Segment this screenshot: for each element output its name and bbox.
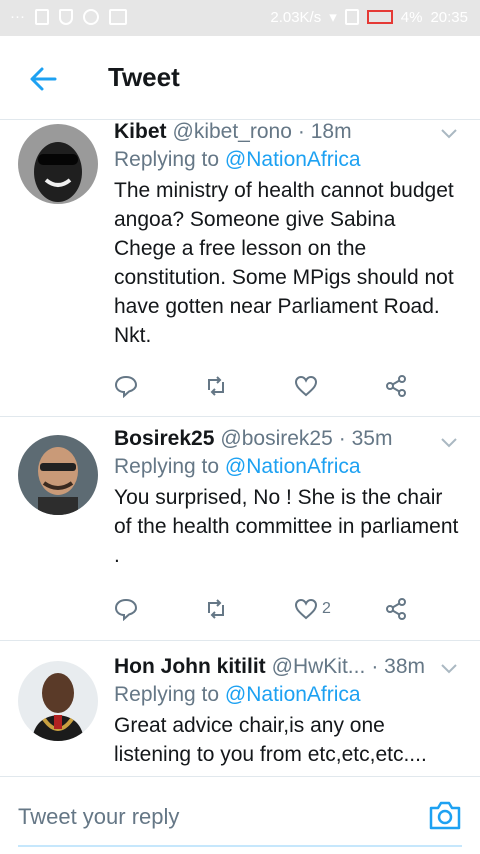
shield-icon [59,8,73,25]
battery-level: 4% [400,8,423,26]
replying-to: Replying to @NationAfrica [114,455,361,478]
status-bar: ··· 2.03K/s ▾ 4% 20:35 [0,0,480,36]
heart-icon [294,375,318,397]
tweet-text: Great advice chair,is any one listening … [114,714,427,766]
like-count: 2 [322,600,331,617]
tweet-actions: 2 [114,589,474,629]
tweet-actions [114,366,474,406]
tweet-handle[interactable]: @bosirek25 [220,427,332,451]
camera-icon [429,801,461,830]
tweet[interactable]: Kibet @kibet_rono · 18m Replying to @Nat… [0,120,480,417]
wifi-icon: ▾ [329,9,337,26]
page-title: Tweet [108,62,180,92]
tweet[interactable]: Hon John kitilit @HwKit... · 38m Replyin… [0,641,480,776]
tweet-handle[interactable]: @kibet_rono [173,120,292,144]
notification-dots: ··· [10,8,25,25]
mention-link[interactable]: @NationAfrica [225,455,361,478]
like-button[interactable] [294,374,384,398]
reply-input[interactable] [18,797,398,837]
retweet-icon [208,599,224,619]
heart-icon [294,598,318,620]
tweet-text: You surprised, No ! She is the chair of … [114,486,459,567]
tweet-time: · 35m [338,427,393,450]
share-icon [386,598,406,620]
retweet-button[interactable] [204,374,294,398]
arrow-left-icon [30,67,57,91]
network-speed: 2.03K/s [270,8,322,26]
chevron-down-icon[interactable] [440,437,458,449]
replying-to: Replying to @NationAfrica [114,683,361,706]
retweet-button[interactable] [204,597,294,621]
tweet-time: · 18m [297,120,352,143]
app-header: Tweet [0,36,480,120]
replying-to: Replying to @NationAfrica [114,148,361,171]
reply-bar [0,776,480,854]
avatar[interactable] [18,661,98,741]
avatar[interactable] [18,435,98,515]
tweet-author[interactable]: Kibet [114,120,167,144]
share-button[interactable] [384,597,474,621]
share-icon [386,375,406,397]
tweet[interactable]: Bosirek25 @bosirek25 · 35m Replying to @… [0,417,480,641]
avatar[interactable] [18,124,98,204]
reply-icon [114,375,138,398]
mention-link[interactable]: @NationAfrica [225,683,361,706]
camera-button[interactable] [428,799,462,831]
reply-icon [114,598,138,621]
share-button[interactable] [384,374,474,398]
reply-button[interactable] [114,374,204,398]
chevron-down-icon[interactable] [440,663,458,675]
sim-icon [35,8,49,25]
image-icon [109,8,127,25]
back-button[interactable] [28,64,58,94]
mention-link[interactable]: @NationAfrica [225,148,361,171]
chevron-down-icon[interactable] [440,128,458,140]
clock-time: 20:35 [430,8,468,26]
tweet-list[interactable]: Kibet @kibet_rono · 18m Replying to @Nat… [0,120,480,776]
reply-button[interactable] [114,597,204,621]
tweet-author[interactable]: Hon John kitilit [114,655,266,679]
reply-underline [18,845,462,847]
retweet-icon [208,376,224,396]
like-button[interactable]: 2 [294,597,384,621]
signal-icon [344,9,359,25]
tweet-author[interactable]: Bosirek25 [114,427,214,451]
tweet-text: The ministry of health cannot budget ang… [114,179,454,347]
tweet-time: · 38m [371,655,426,678]
tweet-handle[interactable]: @HwKit... [272,655,366,679]
clock-icon [83,8,99,25]
battery-icon [366,10,393,24]
